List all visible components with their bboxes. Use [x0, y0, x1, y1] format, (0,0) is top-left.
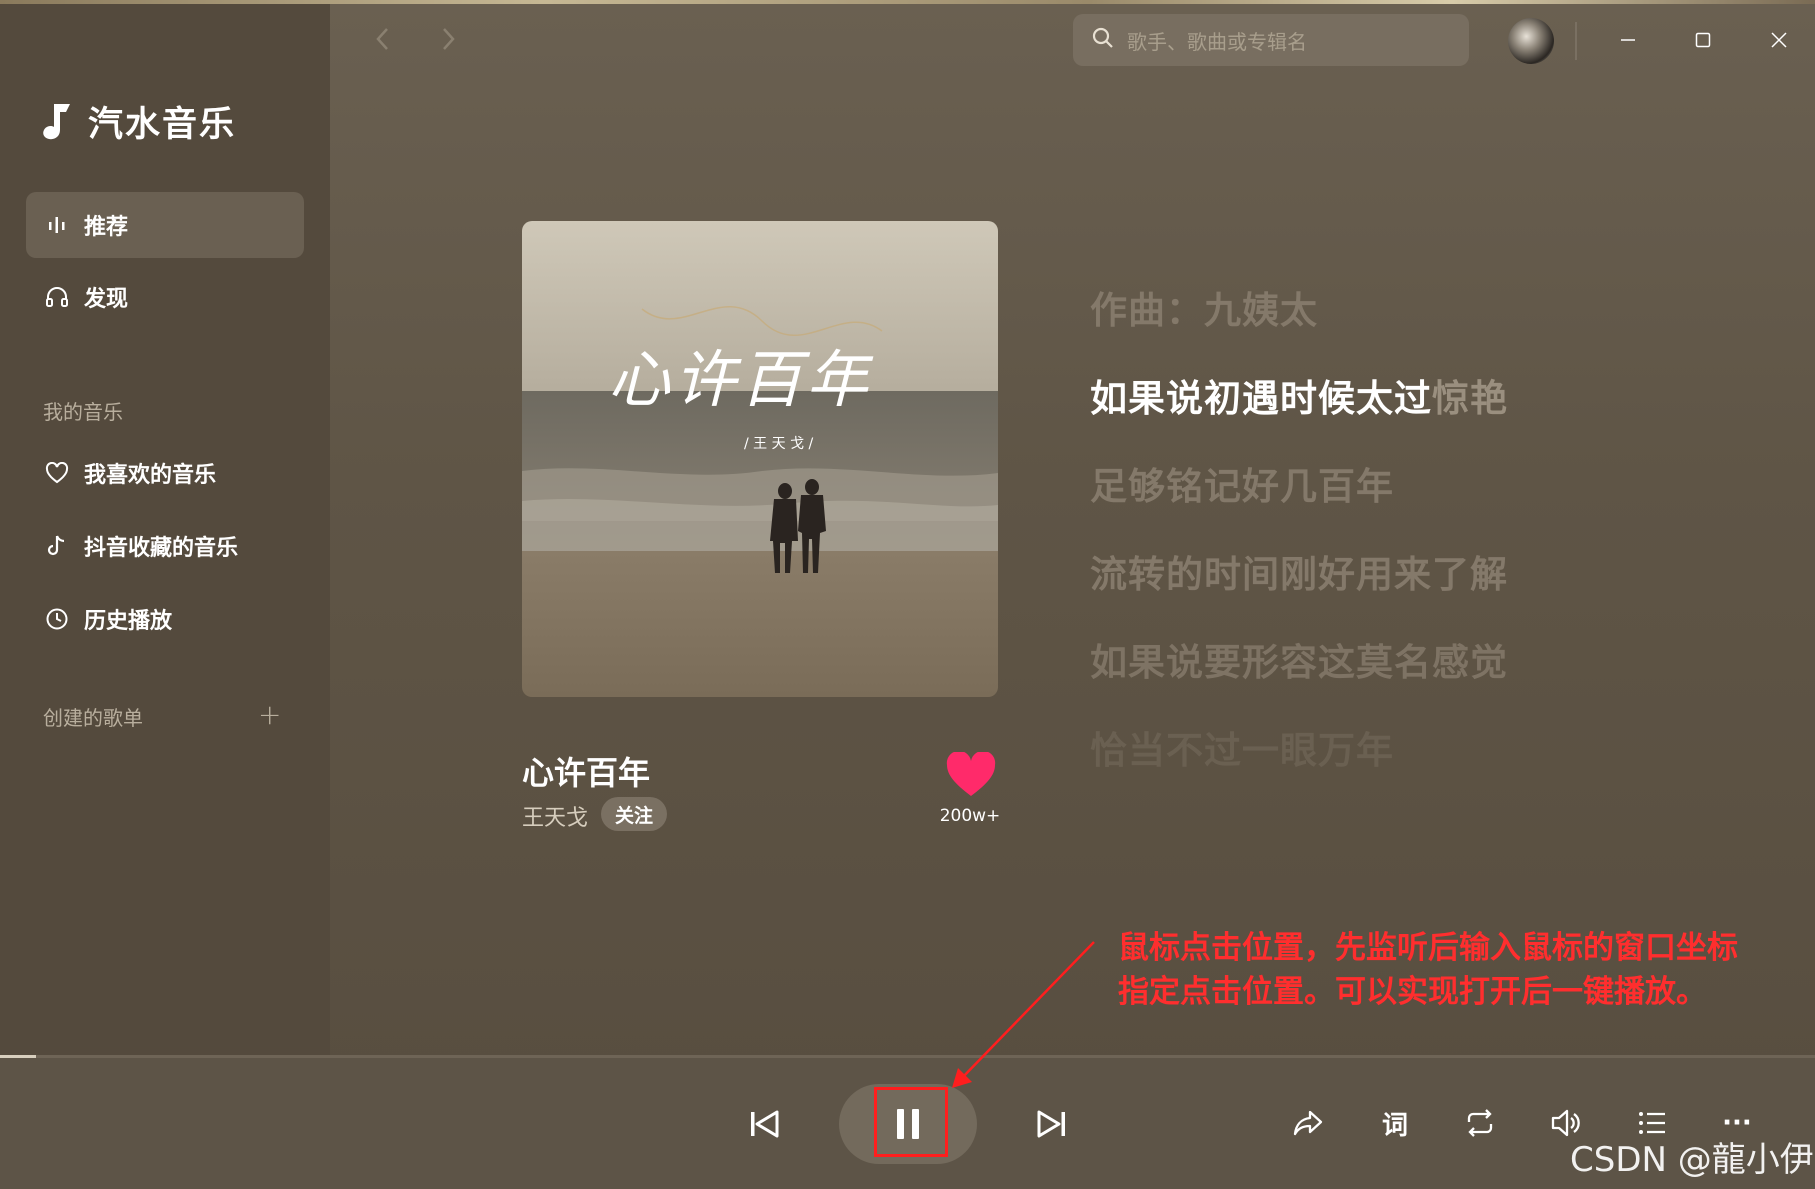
lyric-line[interactable]: 足够铭记好几百年 — [1090, 456, 1394, 510]
lyric-unsung-part: 惊艳 — [1432, 377, 1508, 420]
lyric-line[interactable]: 如果说要形容这莫名感觉 — [1090, 632, 1508, 686]
follow-button[interactable]: 关注 — [601, 797, 667, 831]
created-playlists-heading: 创建的歌单 — [43, 706, 143, 730]
minimize-icon[interactable] — [1608, 20, 1648, 60]
progress-fill — [0, 1055, 37, 1058]
annotation-highlight-box — [874, 1087, 948, 1157]
close-icon[interactable] — [1759, 20, 1799, 60]
nav-item-douyin-favorites[interactable]: 抖音收藏的音乐 — [26, 513, 304, 579]
my-music-heading: 我的音乐 — [43, 400, 123, 424]
chevron-left-icon[interactable] — [373, 24, 393, 62]
lyric-line-current[interactable]: 如果说初遇时候太过惊艳 — [1090, 368, 1508, 422]
nav-item-liked-music[interactable]: 我喜欢的音乐 — [26, 440, 304, 506]
lyric-line[interactable]: 作曲：九姨太 — [1090, 280, 1318, 334]
like-count: 200w+ — [939, 806, 1001, 826]
share-icon[interactable] — [1283, 1098, 1333, 1148]
lyric-line[interactable]: 恰当不过一眼万年 — [1090, 720, 1394, 774]
cover-subtitle: / 王 天 戈 / — [744, 436, 814, 452]
app-name: 汽水音乐 — [88, 104, 237, 145]
equalizer-icon — [44, 212, 70, 238]
nav-item-label: 抖音收藏的音乐 — [84, 536, 239, 561]
nav-item-history[interactable]: 历史播放 — [26, 586, 304, 652]
progress-bar[interactable] — [0, 1055, 1815, 1058]
annotation-text: 鼠标点击位置，先监听后输入鼠标的窗口坐标 指定点击位置。可以实现打开后一键播放。 — [1118, 926, 1738, 1014]
nav-item-discover[interactable]: 发现 — [26, 264, 304, 330]
app-logo: 汽水音乐 — [40, 96, 236, 146]
search-input[interactable]: 歌手、歌曲或专辑名 — [1073, 14, 1469, 66]
heart-filled-icon[interactable] — [945, 752, 997, 798]
logo-icon — [43, 104, 70, 140]
cover-title: 心许百年 — [608, 343, 873, 416]
chevron-right-icon[interactable] — [438, 24, 458, 62]
nav-item-label: 我喜欢的音乐 — [84, 463, 217, 488]
lyric-line[interactable]: 流转的时间刚好用来了解 — [1090, 544, 1508, 598]
lyrics-panel: 作曲：九姨太 如果说初遇时候太过惊艳 足够铭记好几百年 流转的时间刚好用来了解 … — [1090, 200, 1730, 830]
plus-icon[interactable]: + — [258, 698, 281, 731]
album-cover[interactable]: 心许百年 / 王 天 戈 / — [522, 221, 998, 697]
headphones-icon — [44, 284, 70, 310]
nav-item-label: 发现 — [84, 287, 129, 312]
nav-item-label: 推荐 — [84, 215, 129, 240]
search-icon — [1091, 26, 1115, 54]
nav-item-recommend[interactable]: 推荐 — [26, 192, 304, 258]
next-icon[interactable] — [1026, 1098, 1078, 1150]
lyric-sung-part: 如果说初遇时候太过 — [1090, 377, 1432, 420]
annotation-line: 指定点击位置。可以实现打开后一键播放。 — [1118, 974, 1707, 1010]
maximize-icon[interactable] — [1683, 20, 1723, 60]
heart-outline-icon — [44, 460, 70, 486]
search-placeholder: 歌手、歌曲或专辑名 — [1127, 29, 1307, 54]
watermark: CSDN @龍小伊 — [1570, 1140, 1814, 1180]
artist-name[interactable]: 王天戈 — [522, 800, 588, 832]
lyrics-icon[interactable]: 词 — [1370, 1098, 1420, 1148]
annotation-line: 鼠标点击位置，先监听后输入鼠标的窗口坐标 — [1118, 930, 1738, 966]
clock-icon — [44, 606, 70, 632]
previous-icon[interactable] — [738, 1098, 790, 1150]
nav-item-label: 历史播放 — [84, 609, 173, 634]
song-title: 心许百年 — [522, 754, 651, 792]
app-window: 汽水音乐 推荐 发现 我的音乐 我喜欢的音乐 抖音收藏的音乐 历史播放 创建的歌… — [0, 0, 1815, 1189]
repeat-icon[interactable] — [1455, 1098, 1505, 1148]
divider — [1575, 22, 1577, 60]
tiktok-note-icon — [44, 533, 70, 559]
sidebar: 汽水音乐 推荐 发现 我的音乐 我喜欢的音乐 抖音收藏的音乐 历史播放 创建的歌… — [0, 4, 330, 1057]
avatar[interactable] — [1508, 18, 1554, 64]
